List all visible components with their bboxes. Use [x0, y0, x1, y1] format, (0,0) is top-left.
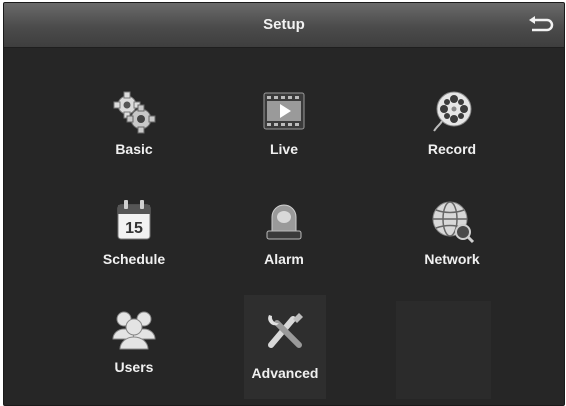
empty-slot: [396, 301, 491, 399]
menu-label-record: Record: [427, 141, 477, 157]
menu-label-users: Users: [114, 359, 154, 375]
film-play-icon: [263, 92, 305, 130]
menu-item-alarm[interactable]: Alarm: [209, 193, 359, 291]
users-icon: [112, 311, 156, 350]
menu-item-advanced[interactable]: Advanced: [244, 295, 326, 399]
menu-label-live: Live: [269, 141, 298, 157]
back-button[interactable]: [526, 12, 556, 38]
menu-item-network[interactable]: Network: [377, 193, 527, 291]
gears-icon: [113, 91, 156, 134]
film-reel-icon: [433, 91, 472, 132]
calendar-icon: 15: [117, 200, 151, 240]
tools-icon: [268, 313, 303, 348]
siren-icon: [266, 204, 302, 240]
menu-label-network: Network: [424, 251, 480, 267]
menu-item-users[interactable]: Users: [59, 301, 209, 399]
back-arrow-icon: [529, 16, 554, 32]
menu-item-live[interactable]: Live: [209, 83, 359, 181]
menu-label-alarm: Alarm: [264, 251, 304, 267]
menu-item-record[interactable]: Record: [377, 83, 527, 181]
setup-screen: Setup Basic Live Record 15 Schedule Alar…: [3, 2, 565, 406]
menu-label-advanced: Advanced: [251, 365, 319, 381]
page-title: Setup: [263, 16, 305, 33]
calendar-day-text: 15: [125, 220, 143, 237]
title-bar: Setup: [4, 3, 564, 48]
globe-icon: [432, 201, 475, 244]
menu-item-basic[interactable]: Basic: [59, 83, 209, 181]
menu-label-basic: Basic: [115, 141, 153, 157]
menu-item-schedule[interactable]: 15 Schedule: [59, 193, 209, 291]
menu-label-schedule: Schedule: [102, 251, 166, 267]
